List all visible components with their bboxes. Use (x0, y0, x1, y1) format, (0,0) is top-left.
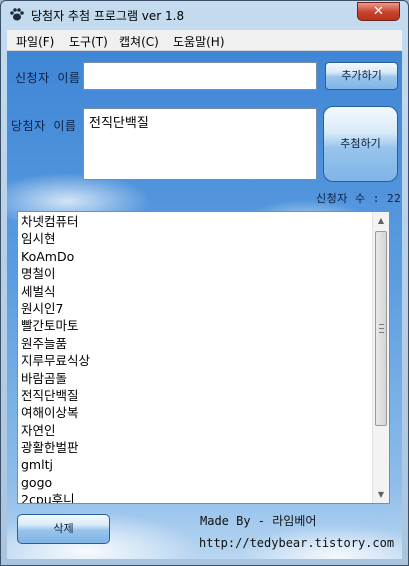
list-item[interactable]: gogo (21, 474, 371, 491)
applicant-list[interactable]: 차넷컴퓨터 임시현 KoAmDo 명철이 세벌식 원시인7 빨간토마토 원주늘품… (17, 211, 390, 504)
list-item[interactable]: 바람곰돌 (21, 370, 371, 387)
list-items: 차넷컴퓨터 임시현 KoAmDo 명철이 세벌식 원시인7 빨간토마토 원주늘품… (21, 213, 371, 503)
winner-label: 당첨자 이름 (11, 119, 77, 133)
menu-help[interactable]: 도움말(H) (173, 33, 225, 50)
winner-output: 전직단백질 (83, 108, 317, 180)
list-item[interactable]: 2cpu후니 (21, 491, 371, 503)
client-area: 신청자 이름 추가하기 당첨자 이름 전직단백질 추첨하기 신청자 수 : 22… (7, 51, 402, 559)
list-item[interactable]: 차넷컴퓨터 (21, 213, 371, 230)
menu-bar: 파일(F) 도구(T) 캡쳐(C) 도움말(H) (7, 30, 402, 51)
close-icon: ✕ (373, 4, 384, 19)
list-item[interactable]: 지루무료식상 (21, 352, 371, 369)
scroll-down-icon[interactable]: ▼ (373, 486, 389, 503)
close-button[interactable]: ✕ (357, 2, 400, 21)
menu-file[interactable]: 파일(F) (16, 33, 54, 50)
list-item[interactable]: 원시인7 (21, 300, 371, 317)
list-item[interactable]: 자연인 (21, 422, 371, 439)
paw-icon (10, 8, 24, 21)
window-title: 당첨자 추첨 프로그램 ver 1.8 (31, 9, 185, 23)
list-item[interactable]: 전직단백질 (21, 387, 371, 404)
made-by-text: Made By - 라임베어 (200, 514, 317, 528)
list-item[interactable]: 빨간토마토 (21, 317, 371, 334)
applicant-count: 신청자 수 : 22 (316, 192, 402, 205)
list-item[interactable]: 여해이상복 (21, 404, 371, 421)
menu-capture[interactable]: 캡쳐(C) (119, 33, 159, 50)
list-item[interactable]: 임시현 (21, 230, 371, 247)
applicant-input[interactable] (83, 62, 317, 90)
add-button[interactable]: 추가하기 (325, 62, 398, 90)
menu-tools[interactable]: 도구(T) (69, 33, 108, 50)
list-item[interactable]: gmltj (21, 456, 371, 473)
list-item[interactable]: 명철이 (21, 265, 371, 282)
scroll-thumb[interactable] (375, 231, 387, 426)
list-scrollbar[interactable]: ▲ ▼ (372, 212, 389, 503)
title-bar[interactable]: 당첨자 추첨 프로그램 ver 1.8 ✕ (1, 1, 408, 29)
website-link[interactable]: http://tedybear.tistory.com (199, 536, 394, 550)
grip-icon (379, 324, 384, 333)
applicant-label: 신청자 이름 (15, 71, 81, 85)
draw-button[interactable]: 추첨하기 (323, 106, 398, 182)
app-window: 당첨자 추첨 프로그램 ver 1.8 ✕ 파일(F) 도구(T) 캡쳐(C) … (0, 0, 409, 566)
list-item[interactable]: KoAmDo (21, 248, 371, 265)
scroll-up-icon[interactable]: ▲ (373, 212, 389, 229)
delete-button[interactable]: 삭제 (17, 514, 110, 544)
list-item[interactable]: 원주늘품 (21, 335, 371, 352)
list-item[interactable]: 광활한벌판 (21, 439, 371, 456)
list-item[interactable]: 세벌식 (21, 283, 371, 300)
